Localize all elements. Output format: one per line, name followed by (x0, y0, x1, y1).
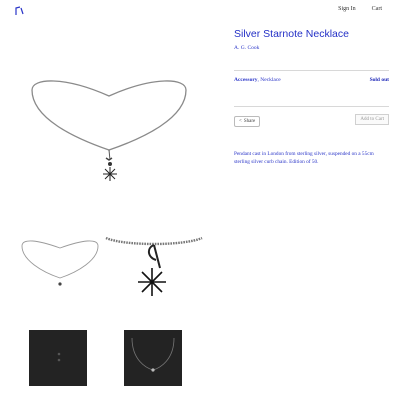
status-badge: Sold out (369, 77, 389, 83)
product-gallery (0, 0, 215, 400)
thumbnail-image[interactable] (124, 330, 182, 386)
product-description: Pendant cast in London from sterling sil… (234, 151, 374, 166)
sign-in-link[interactable]: Sign In (338, 6, 356, 12)
artist-name[interactable]: A. G. Cook (234, 45, 389, 51)
main-product-image[interactable] (24, 78, 194, 188)
thumbnail-image[interactable] (29, 330, 87, 386)
product-title: Silver Starnote Necklace (234, 28, 349, 40)
share-icon: < (239, 119, 242, 124)
add-to-cart-button[interactable]: Add to Cart (355, 114, 389, 125)
divider (234, 106, 389, 107)
cart-link[interactable]: Cart (372, 6, 382, 12)
category: Accessory, Necklace (234, 77, 281, 83)
category-secondary[interactable]: , Necklace (258, 77, 281, 83)
top-nav: Sign In Cart (338, 6, 382, 12)
thumbnail-image[interactable] (18, 234, 102, 294)
category-primary[interactable]: Accessory (234, 77, 258, 83)
product-info: Silver Starnote Necklace A. G. Cook Acce… (234, 28, 389, 165)
divider (234, 70, 389, 71)
thumbnail-image[interactable] (104, 230, 204, 310)
category-row: Accessory, Necklace Sold out (234, 77, 389, 83)
share-button[interactable]: < Share (234, 116, 261, 127)
share-label: Share (243, 119, 256, 124)
